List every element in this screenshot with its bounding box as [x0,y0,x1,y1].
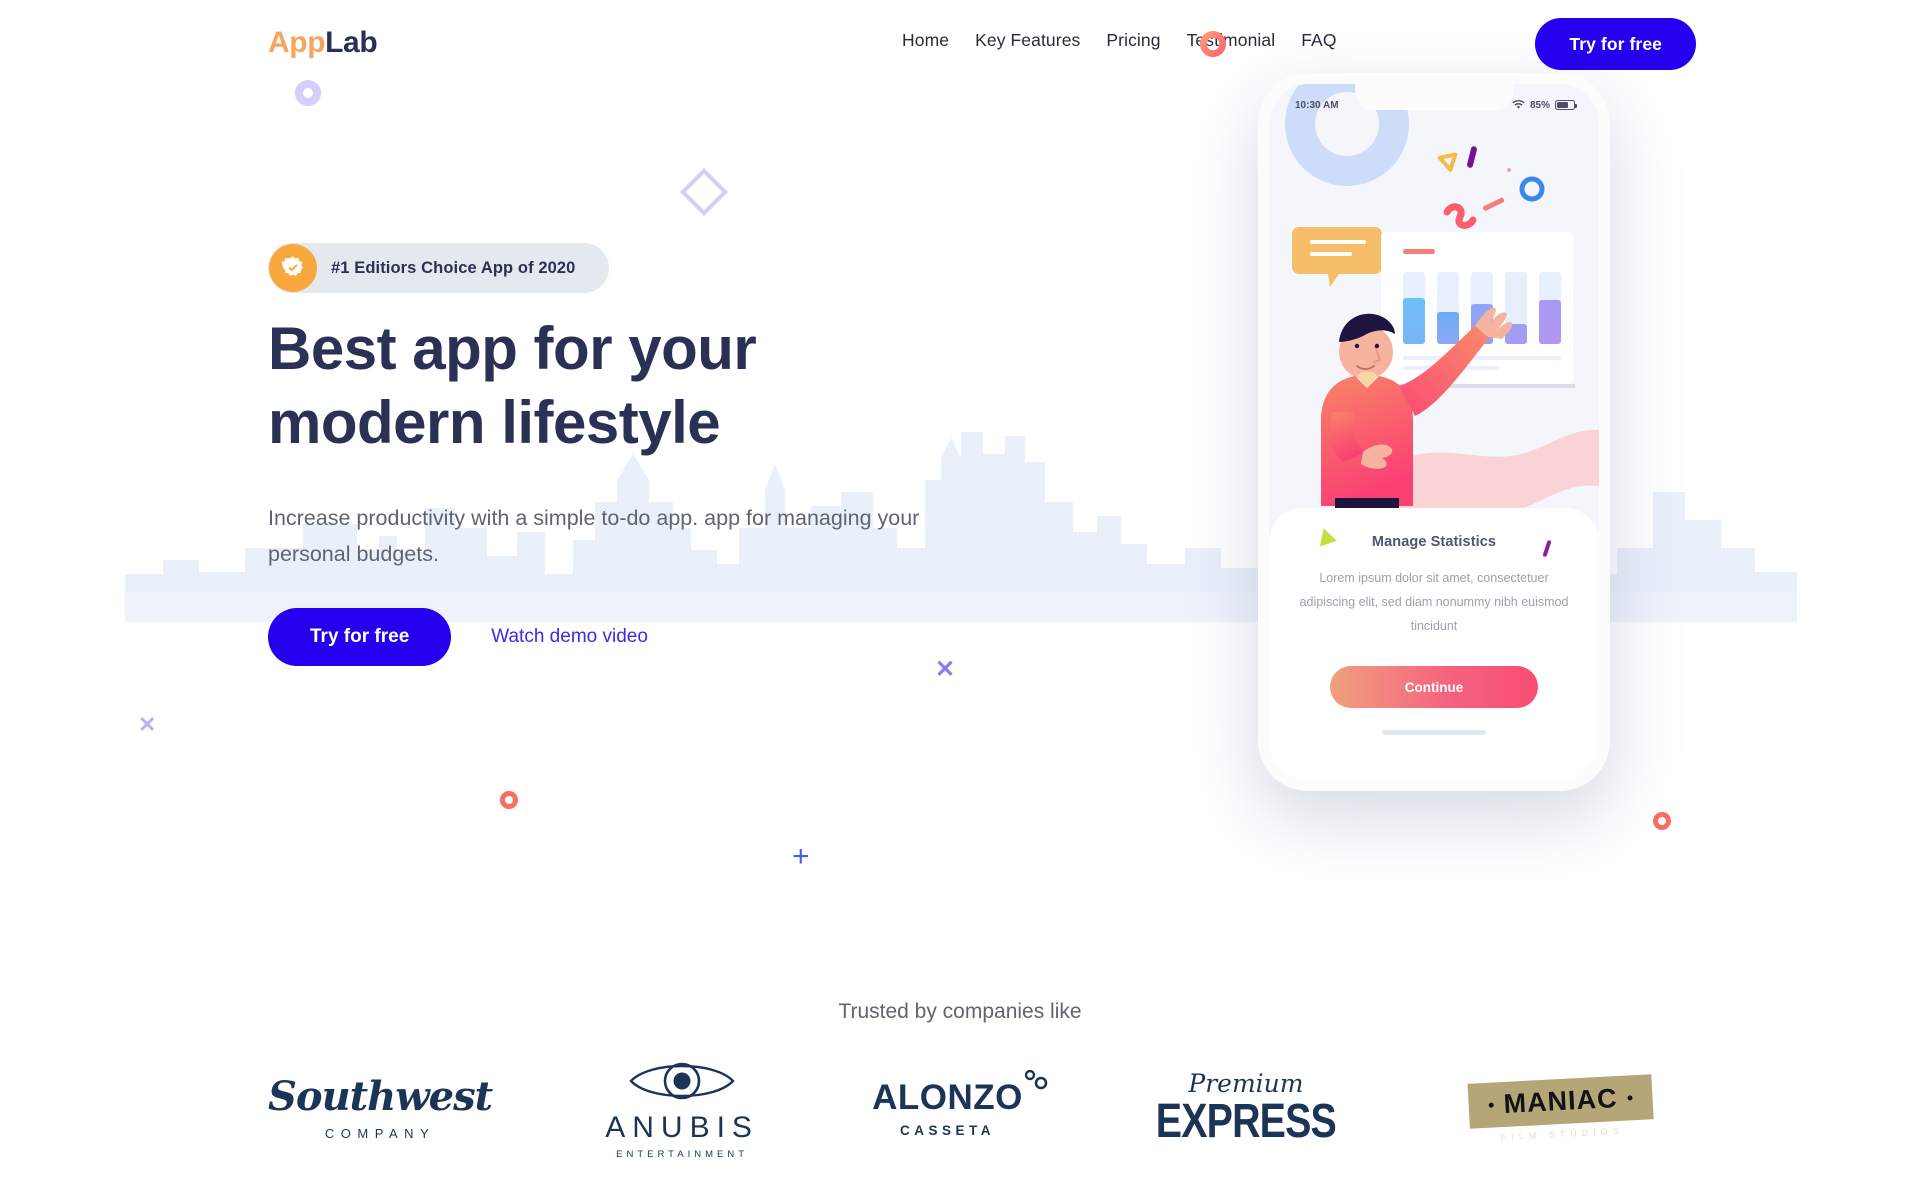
logo-anubis-sub: ENTERTAINMENT [616,1148,749,1160]
status-time: 10:30 AM [1295,99,1339,111]
card-body-text: Lorem ipsum dolor sit amet, consectetuer… [1299,571,1569,633]
badge-label: #1 Editiors Choice App of 2020 [331,258,576,277]
continue-button[interactable]: Continue [1330,666,1538,708]
battery-icon [1555,100,1578,110]
logo-anubis-name: ANUBIS [605,1111,759,1144]
logo-premium-name: Premium [1188,1069,1304,1099]
hero-cta-row: Try for free Watch demo video [268,608,648,666]
logo-express-sub: EXPRESS [1155,1095,1337,1149]
cross-decoration-icon: ✕ [138,712,157,737]
maniac-plaque: MANIAC [1467,1073,1654,1129]
green-triangle-icon [1314,525,1338,547]
logo-southwest: Southwest COMPANY [268,1072,493,1141]
editors-choice-badge: #1 Editiors Choice App of 2020 [268,243,610,293]
nav-item-home[interactable]: Home [902,30,949,51]
plus-decoration-icon: + [792,840,810,873]
hero-subtitle: Increase productivity with a simple to-d… [268,506,920,566]
logo-maniac: MANIAC FILM STUDIOS [1467,1073,1654,1142]
phone-mockup: 10:30 AM 85% Manage Statistics Lorem ips… [1258,73,1610,791]
hero-illustration [1269,84,1599,524]
header-try-for-free-button[interactable]: Try for free [1535,18,1696,70]
hero-try-for-free-button[interactable]: Try for free [268,608,452,666]
manage-statistics-card: Manage Statistics Lorem ipsum dolor sit … [1269,508,1599,780]
plaque-dot-right-icon [1627,1094,1633,1101]
nav-item-key-features[interactable]: Key Features [975,30,1080,51]
page-title: Best app for your modern lifestyle [268,312,968,460]
nav-item-pricing[interactable]: Pricing [1106,30,1160,51]
watch-demo-video-link[interactable]: Watch demo video [491,626,648,648]
status-battery-percent: 85% [1529,99,1550,111]
logo-premium-express: Premium EXPRESS [1136,1071,1356,1146]
wifi-icon [1512,100,1525,109]
company-logos-row: Southwest COMPANY ANUBIS ENTERTAINMENT A… [268,1058,1654,1160]
brand-logo[interactable]: AppLab [268,26,378,60]
diamond-decoration-icon [679,167,729,217]
headline-line-1: Best app for your [268,315,757,382]
plaque-dot-left-icon [1488,1102,1494,1108]
verified-badge-icon [269,244,317,292]
cross-decoration-icon: ✕ [935,656,956,683]
logo-alonzo: ALONZO CASSETA [872,1069,1048,1138]
hero-section: ✕ ✕ + #1 Editiors Choice App of 2020 Bes… [0,0,1920,900]
coral-ring-decoration-icon [500,791,518,809]
logo-southwest-name: Southwest [268,1072,493,1120]
trusted-by-label: Trusted by companies like [838,1000,1082,1023]
bubbles-icon [1019,1069,1049,1108]
status-indicators: 85% [1512,99,1578,111]
purple-dash-icon [1542,539,1552,558]
home-indicator [1382,730,1486,735]
card-header: Manage Statistics [1291,525,1577,558]
maniac-plaque-wrapper: MANIAC FILM STUDIOS [1467,1073,1655,1144]
logo-maniac-name: MANIAC [1502,1082,1619,1119]
brand-logo-part2: Lab [325,26,378,59]
logo-alonzo-sub: CASSETA [899,1122,995,1138]
nav-ring-decoration-icon [1200,31,1226,57]
landing-page: AppLab Home Key Features Pricing Testimo… [0,0,1920,1178]
nav-item-faq[interactable]: FAQ [1301,30,1336,51]
logo-anubis: ANUBIS ENTERTAINMENT [605,1058,759,1160]
main-navigation: Home Key Features Pricing Testimonial FA… [902,30,1337,51]
phone-screen: 10:30 AM 85% Manage Statistics Lorem ips… [1269,84,1599,780]
card-title: Manage Statistics [1371,534,1497,550]
logo-alonzo-name: ALONZO [872,1069,1048,1117]
headline-line-2: modern lifestyle [268,389,721,456]
brand-logo-part1: App [268,26,326,59]
coral-ring-decoration-icon [1653,812,1671,830]
logo-alonzo-text: ALONZO [872,1077,1023,1117]
site-header: AppLab Home Key Features Pricing Testimo… [0,0,1920,96]
logo-southwest-sub: COMPANY [324,1125,436,1141]
eye-icon [628,1058,736,1109]
